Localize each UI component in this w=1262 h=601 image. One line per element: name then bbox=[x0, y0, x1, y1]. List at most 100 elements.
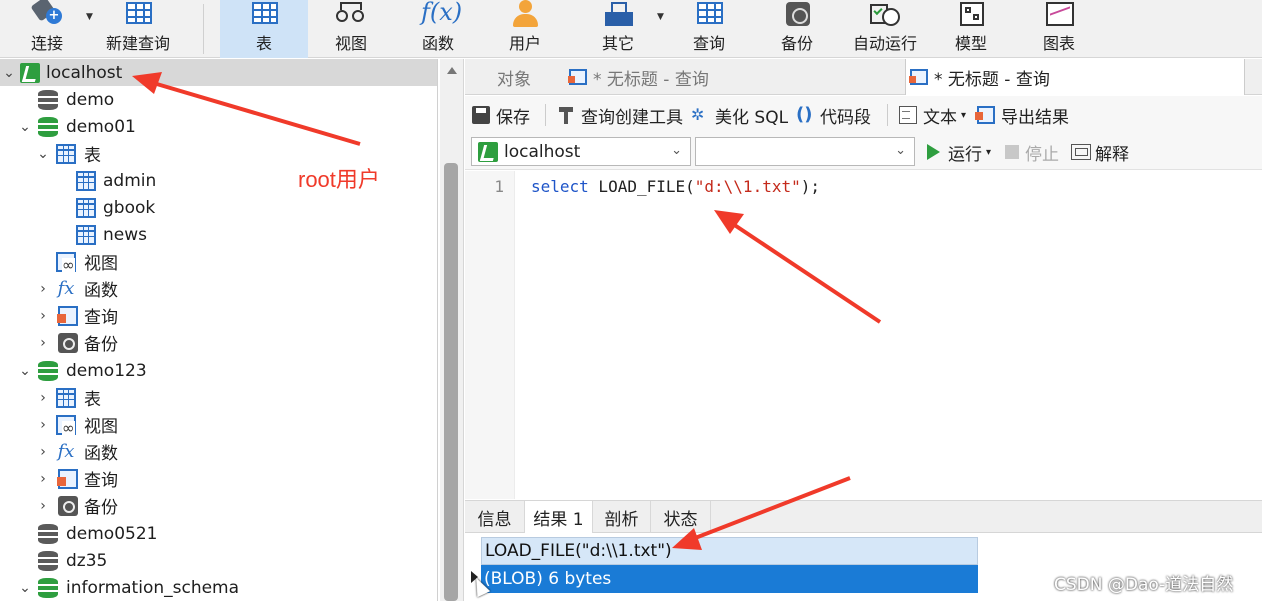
function-button[interactable]: f(x) 函数 bbox=[405, 0, 471, 58]
query-icon bbox=[57, 305, 78, 326]
other-button[interactable]: 其它 bbox=[585, 0, 651, 58]
auto-run-label: 自动运行 bbox=[852, 34, 917, 53]
tab-result-1[interactable]: 结果 1 bbox=[525, 501, 593, 533]
tree-item-dz35[interactable]: dz35 bbox=[0, 547, 437, 574]
chevron-right-icon[interactable]: › bbox=[36, 418, 50, 432]
tree-item-functions[interactable]: › fx 函数 bbox=[0, 275, 437, 302]
watermark: CSDN @Dao-道法自然 bbox=[1054, 575, 1234, 595]
tree-item-demo[interactable]: demo bbox=[0, 86, 437, 113]
line-number: 1 bbox=[494, 177, 504, 196]
connection-icon bbox=[478, 141, 498, 162]
beautify-sql-label: 美化 SQL bbox=[715, 107, 789, 128]
tree-item-views[interactable]: › 视图 bbox=[0, 411, 437, 438]
tree-item-label: admin bbox=[103, 170, 157, 191]
chevron-down-icon[interactable]: ⌄ bbox=[18, 120, 32, 134]
tree-item-localhost[interactable]: ⌄ localhost bbox=[0, 59, 437, 86]
scrollbar-thumb[interactable] bbox=[444, 163, 458, 601]
query-builder-button[interactable]: 查询创建工具 bbox=[557, 102, 683, 128]
sql-editor[interactable]: 1 select LOAD_FILE("d:\\1.txt"); bbox=[465, 171, 1262, 499]
export-results-button[interactable]: 导出结果 bbox=[975, 102, 1069, 128]
function-icon: f(x) bbox=[421, 0, 463, 26]
other-dropdown-caret-icon[interactable]: ▼ bbox=[657, 12, 664, 22]
chevron-down-icon[interactable]: ⌄ bbox=[2, 66, 16, 80]
query-button[interactable]: 查询 bbox=[676, 0, 742, 58]
table-button[interactable]: 表 bbox=[220, 0, 308, 58]
tree-item-backups[interactable]: › 备份 bbox=[0, 329, 437, 356]
tree-item-demo01[interactable]: ⌄ demo01 bbox=[0, 113, 437, 140]
tree-item-tables[interactable]: › 表 bbox=[0, 384, 437, 411]
tree-item-label: 函数 bbox=[84, 444, 118, 464]
tree-item-gbook[interactable]: gbook bbox=[0, 194, 437, 221]
database-icon bbox=[38, 523, 58, 544]
beautify-sql-button[interactable]: ✲ 美化 SQL bbox=[691, 102, 788, 128]
tree-item-queries[interactable]: › 查询 bbox=[0, 465, 437, 492]
connect-dropdown-caret-icon[interactable]: ▼ bbox=[86, 12, 93, 22]
query-icon bbox=[692, 0, 726, 26]
export-results-label: 导出结果 bbox=[1001, 107, 1069, 128]
result-cell[interactable]: (BLOB) 6 bytes bbox=[484, 569, 611, 589]
chevron-down-icon[interactable]: ⌄ bbox=[18, 364, 32, 378]
table-icon bbox=[56, 387, 76, 408]
connection-select[interactable]: localhost ⌄ bbox=[471, 137, 691, 166]
tree-item-functions[interactable]: › fx 函数 bbox=[0, 438, 437, 465]
chevron-right-icon[interactable]: › bbox=[36, 472, 50, 486]
chevron-right-icon[interactable]: › bbox=[36, 391, 50, 405]
result-row[interactable]: (BLOB) 6 bytes bbox=[481, 565, 978, 593]
stop-button[interactable]: 停止 bbox=[1005, 140, 1059, 165]
backup-button[interactable]: 备份 bbox=[764, 0, 830, 58]
chevron-right-icon[interactable]: › bbox=[36, 499, 50, 513]
save-button[interactable]: 保存 bbox=[472, 102, 530, 128]
chevron-down-icon[interactable]: ⌄ bbox=[36, 147, 50, 161]
chevron-right-icon[interactable]: › bbox=[36, 336, 50, 350]
tree-scrollbar[interactable] bbox=[440, 59, 464, 601]
new-query-label: 新建查询 bbox=[105, 34, 170, 53]
tab-info[interactable]: 信息 bbox=[465, 501, 525, 533]
tree-item-label: 视图 bbox=[84, 254, 118, 274]
new-query-button[interactable]: 新建查询 bbox=[100, 0, 176, 58]
run-button[interactable]: 运行 ▾ bbox=[927, 140, 991, 165]
tab-objects[interactable]: 对象 bbox=[497, 59, 567, 95]
tab-untitled-query-1[interactable]: * 无标题 - 查询 bbox=[565, 59, 905, 95]
text-button[interactable]: 文本 ▾ bbox=[899, 102, 966, 128]
tree-item-queries[interactable]: › 查询 bbox=[0, 302, 437, 329]
parentheses-icon: () bbox=[796, 104, 813, 125]
tab-untitled-query-2[interactable]: * 无标题 - 查询 bbox=[905, 59, 1245, 95]
tree-item-information-schema[interactable]: ⌄ information_schema bbox=[0, 574, 437, 601]
tree-item-label: 查询 bbox=[84, 471, 118, 491]
scroll-up-icon[interactable] bbox=[447, 67, 457, 74]
model-button[interactable]: 模型 bbox=[938, 0, 1004, 58]
tree-item-views[interactable]: 视图 bbox=[0, 248, 437, 275]
view-label: 视图 bbox=[334, 34, 367, 53]
chevron-right-icon[interactable]: › bbox=[36, 445, 50, 459]
sql-code-line[interactable]: select LOAD_FILE("d:\\1.txt"); bbox=[531, 177, 820, 196]
tree-item-label: 表 bbox=[84, 146, 101, 166]
user-button[interactable]: 用户 bbox=[492, 0, 558, 58]
chart-label: 图表 bbox=[1042, 34, 1075, 53]
tree-item-demo123[interactable]: ⌄ demo123 bbox=[0, 357, 437, 384]
view-button[interactable]: 视图 bbox=[318, 0, 384, 58]
chevron-right-icon[interactable]: › bbox=[36, 282, 50, 296]
result-column-header[interactable]: LOAD_FILE("d:\\1.txt") bbox=[481, 537, 978, 565]
chevron-right-icon[interactable]: › bbox=[36, 309, 50, 323]
function-label: 函数 bbox=[421, 34, 454, 53]
chevron-down-icon[interactable]: ▾ bbox=[961, 110, 966, 121]
query-label: 查询 bbox=[692, 34, 725, 53]
tab-status[interactable]: 状态 bbox=[651, 501, 711, 533]
tree-item-demo0521[interactable]: demo0521 bbox=[0, 520, 437, 547]
tree-item-news[interactable]: news bbox=[0, 221, 437, 248]
tree-item-label: demo bbox=[66, 89, 115, 110]
chart-button[interactable]: 图表 bbox=[1026, 0, 1092, 58]
connect-button[interactable]: + 连接 bbox=[16, 0, 78, 58]
chevron-down-icon[interactable]: ▾ bbox=[986, 147, 991, 158]
backup-icon bbox=[780, 0, 814, 26]
database-select[interactable]: ⌄ bbox=[695, 137, 915, 166]
auto-run-button[interactable]: 自动运行 bbox=[845, 0, 925, 58]
code-snippet-button[interactable]: () 代码段 bbox=[796, 102, 871, 128]
tab-profile[interactable]: 剖析 bbox=[593, 501, 651, 533]
explain-button[interactable]: 解释 bbox=[1071, 140, 1129, 165]
tree-item-backups[interactable]: › 备份 bbox=[0, 492, 437, 519]
result-tab-bar: 信息 结果 1 剖析 状态 bbox=[465, 501, 1262, 533]
stop-label: 停止 bbox=[1025, 144, 1059, 165]
chevron-down-icon[interactable]: ⌄ bbox=[18, 581, 32, 595]
chevron-down-icon: ⌄ bbox=[895, 143, 906, 158]
